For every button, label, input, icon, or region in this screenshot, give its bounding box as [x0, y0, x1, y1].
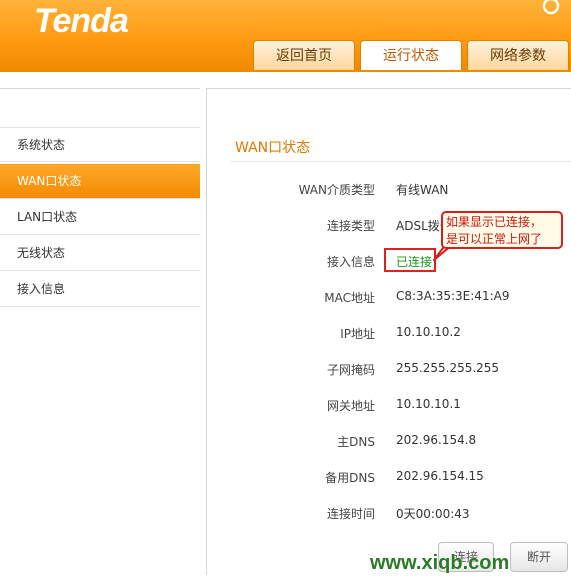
status-highlight-box [384, 248, 436, 272]
secondary-dns-value: 202.96.154.15 [396, 469, 484, 483]
mac-address-label: MAC地址 [324, 291, 375, 305]
sidebar-item-wan-status[interactable]: WAN口状态 [0, 164, 200, 199]
tab-running-status[interactable]: 运行状态 [360, 40, 462, 72]
sidebar: 系统状态 WAN口状态 LAN口状态 无线状态 接入信息 [0, 88, 200, 576]
sidebar-item-system-status[interactable]: 系统状态 [0, 127, 200, 162]
subnet-mask-label: 子网掩码 [326, 363, 375, 377]
brand-mark-icon [542, 0, 560, 15]
primary-dns-value: 202.96.154.8 [396, 433, 477, 447]
tab-network-params[interactable]: 网络参数 [467, 40, 569, 71]
sidebar-item-wireless-status[interactable]: 无线状态 [0, 236, 200, 271]
access-info-label: 接入信息 [326, 255, 375, 269]
wan-medium-value: 有线WAN [396, 183, 449, 197]
wan-status-panel: WAN口状态 WAN介质类型 有线WAN 连接类型 ADSL拨号 接入信息 已连… [206, 88, 571, 575]
disconnect-button[interactable]: 断开 [510, 542, 568, 572]
connection-time-label: 连接时间 [326, 507, 375, 521]
ip-address-label: IP地址 [340, 327, 375, 341]
header-bar: Tenda 返回首页 运行状态 网络参数 [0, 0, 571, 72]
annotation-line-2: 是可以正常上网了 [446, 232, 543, 246]
connection-time-value: 0天00:00:43 [396, 507, 470, 521]
sidebar-item-lan-status[interactable]: LAN口状态 [0, 200, 200, 235]
annotation-line-1: 如果显示已连接， [446, 215, 543, 229]
site-watermark: www.xiqb.com [370, 552, 510, 574]
annotation-callout: 如果显示已连接， 是可以正常上网了 [441, 211, 563, 249]
wan-medium-label: WAN介质类型 [298, 183, 375, 197]
header-divider [0, 70, 571, 72]
tab-home[interactable]: 返回首页 [253, 40, 355, 71]
gateway-label: 网关地址 [326, 399, 375, 413]
ip-address-value: 10.10.10.2 [396, 325, 461, 339]
sidebar-item-access-info[interactable]: 接入信息 [0, 272, 200, 307]
gateway-value: 10.10.10.1 [396, 397, 461, 411]
subnet-mask-value: 255.255.255.255 [396, 361, 500, 375]
primary-dns-label: 主DNS [337, 435, 375, 449]
page-title: WAN口状态 [235, 140, 311, 156]
connection-type-label: 连接类型 [326, 219, 375, 233]
title-divider [231, 161, 571, 162]
tenda-logo: Tenda [34, 2, 129, 40]
secondary-dns-label: 备用DNS [325, 471, 375, 485]
mac-address-value: C8:3A:35:3E:41:A9 [396, 289, 510, 303]
